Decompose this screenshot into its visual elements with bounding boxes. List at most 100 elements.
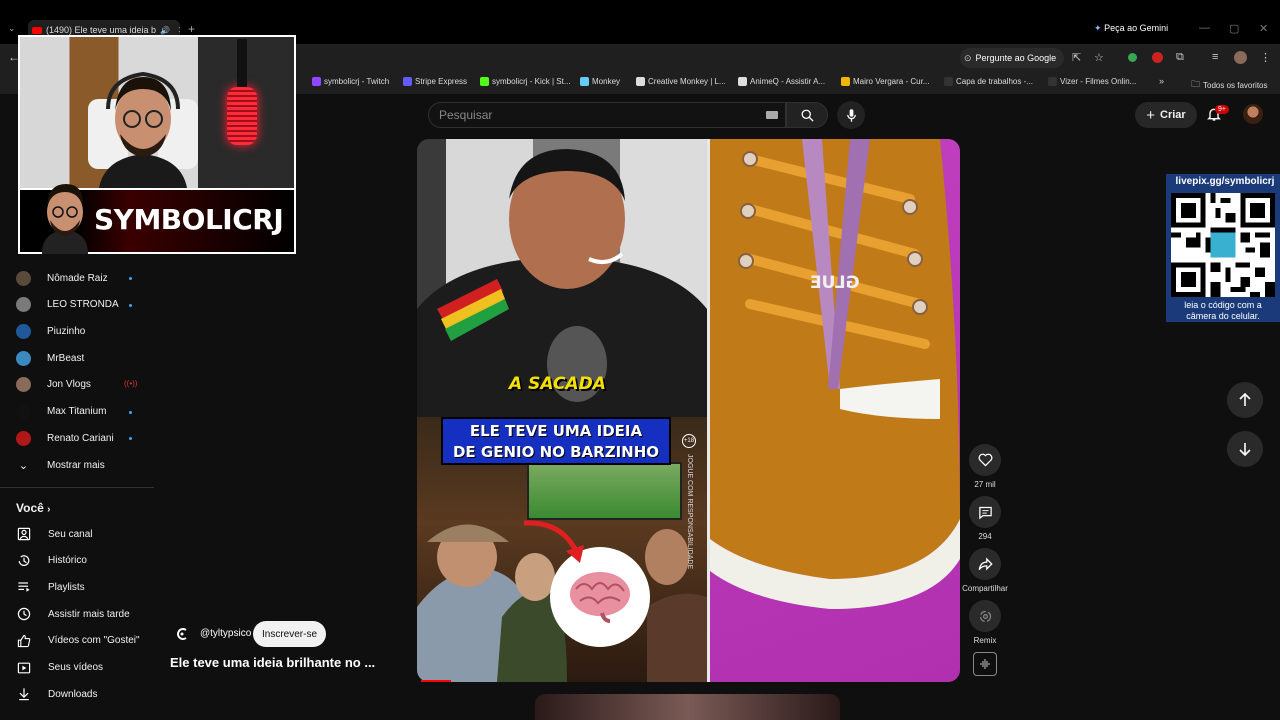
show-more-label: Mostrar mais: [47, 459, 105, 471]
qr-instructions-line-1: leia o código com a: [1184, 300, 1262, 310]
all-bookmarks-folder[interactable]: 🗀 Todos os favoritos: [1191, 77, 1268, 93]
red-arrow-icon: [523, 520, 584, 563]
voice-search-button[interactable]: [837, 101, 865, 129]
bookmark-item[interactable]: Monkey: [580, 77, 620, 86]
window-close-icon[interactable]: ✕: [1259, 22, 1268, 35]
extensions-puzzle-icon[interactable]: ⧉: [1176, 51, 1184, 64]
all-bookmarks-label: Todos os favoritos: [1203, 80, 1268, 90]
lens-icon: ⊙: [964, 52, 972, 63]
channel-avatar: [16, 377, 31, 393]
sidebar-subscription-item[interactable]: Nômade Raiz: [16, 267, 146, 289]
bookmark-star-icon[interactable]: ☆: [1094, 51, 1104, 64]
sidebar-you-item-label: Vídeos com "Gostei": [48, 635, 140, 647]
sidebar-you-item[interactable]: Histórico: [16, 550, 146, 572]
playlists-icon: [18, 582, 30, 593]
browser-menu-icon[interactable]: ⋮: [1260, 51, 1271, 64]
sacada-caption: A SACADA: [509, 374, 606, 394]
bookmark-item[interactable]: Mairo Vergara - Cur...: [841, 77, 929, 86]
tab-list-chevron-icon[interactable]: ⌄: [8, 23, 16, 34]
history-icon: [18, 554, 30, 566]
maximize-icon[interactable]: ▢: [1229, 22, 1239, 35]
reading-list-icon[interactable]: ≡: [1212, 51, 1218, 63]
share-button[interactable]: [969, 548, 1001, 580]
bookmark-label: Vizer - Filmes Onlin...: [1060, 77, 1137, 86]
sidebar-you-item[interactable]: Vídeos com "Gostei": [16, 630, 146, 652]
sidebar-you-item[interactable]: Assistir mais tarde: [16, 603, 146, 625]
sidebar-you-item[interactable]: Playlists: [16, 576, 146, 598]
responsible-gaming-text: JOGUE COM RESPONSABILIDADE: [686, 454, 693, 570]
minimize-icon[interactable]: —: [1199, 22, 1210, 34]
downloads-icon: [19, 688, 29, 701]
channel-logo-icon[interactable]: [174, 626, 190, 642]
sidebar-you-item-label: Seus vídeos: [48, 662, 104, 673]
like-button[interactable]: [969, 444, 1001, 476]
bookmark-label: Creative Monkey | L...: [648, 77, 726, 86]
channel-handle[interactable]: @tyltypsico: [200, 628, 251, 639]
speaker-icon[interactable]: 🔊: [160, 26, 170, 35]
chevron-right-icon: ›: [47, 504, 51, 515]
bookmark-favicon-icon: [403, 77, 412, 86]
search-input[interactable]: Pesquisar: [428, 102, 786, 128]
sidebar-subscription-item[interactable]: MrBeast: [16, 347, 146, 369]
search-button[interactable]: [786, 102, 828, 128]
bookmark-item[interactable]: symbolicrj - Kick | St...: [480, 77, 571, 86]
bookmark-item[interactable]: Creative Monkey | L...: [636, 77, 726, 86]
shoe-illustration: [710, 139, 960, 609]
sidebar-subscription-item[interactable]: Max Titanium: [16, 401, 146, 423]
show-more-button[interactable]: ⌄ Mostrar mais: [16, 454, 146, 476]
new-tab-button[interactable]: +: [188, 22, 195, 36]
next-short-preview[interactable]: [535, 694, 840, 720]
sidebar-you-item[interactable]: Seus vídeos: [16, 657, 146, 679]
comments-button[interactable]: [969, 496, 1001, 528]
bookmark-label: Mairo Vergara - Cur...: [853, 77, 930, 86]
remix-button[interactable]: [969, 600, 1001, 632]
bookmark-item[interactable]: Capa de trabalhos -...: [944, 77, 1033, 86]
create-label: Criar: [1160, 109, 1186, 121]
previous-short-button[interactable]: [1227, 382, 1263, 418]
arrow-up-icon: [1239, 393, 1251, 406]
next-short-button[interactable]: [1227, 431, 1263, 467]
bookmark-item[interactable]: AnimeQ - Assistir A...: [738, 77, 825, 86]
you-heading-label: Você: [16, 501, 44, 515]
bookmark-favicon-icon: [312, 77, 321, 86]
bookmark-label: Stripe Express: [415, 77, 468, 86]
create-button[interactable]: + Criar: [1135, 102, 1197, 128]
short-video-player[interactable]: A SACADA ELE TEVE UMA IDEIA DE GENIO NO …: [417, 139, 960, 682]
channel-icon: [17, 527, 31, 541]
headline-line-2: DE GENIO NO BARZINHO: [452, 443, 660, 461]
subscription-name: Piuzinho: [47, 325, 86, 337]
sidebar-you-item[interactable]: Seu canal: [16, 523, 146, 545]
sound-button[interactable]: [973, 652, 997, 676]
liked-icon: [17, 634, 31, 647]
video-progress-bar[interactable]: [421, 680, 451, 682]
you-section-heading[interactable]: Você ›: [16, 501, 50, 515]
channel-avatar: [16, 323, 31, 339]
tab-close-icon[interactable]: ✕: [174, 25, 180, 36]
sidebar-subscription-item[interactable]: Piuzinho: [16, 320, 146, 342]
sidebar-divider: [0, 487, 154, 488]
gemini-button[interactable]: ✦ Peça ao Gemini: [1094, 23, 1168, 34]
subscribe-button[interactable]: Inscrever-se: [253, 621, 326, 647]
bookmark-item[interactable]: Vizer - Filmes Onlin...: [1048, 77, 1136, 86]
keyboard-icon[interactable]: [766, 111, 778, 119]
extension-green-icon[interactable]: [1128, 53, 1137, 62]
bookmark-item[interactable]: symbolicrj - Twitch: [312, 77, 389, 86]
bookmark-label: symbolicrj - Kick | St...: [492, 77, 571, 86]
avatar[interactable]: [1243, 104, 1263, 124]
streamer-name: SYMBOLICRJ: [94, 203, 284, 236]
sidebar-you-item[interactable]: Downloads: [16, 683, 146, 705]
more-bookmarks-icon[interactable]: »: [1159, 76, 1164, 86]
notification-badge: 9+: [1215, 105, 1229, 114]
ask-google-button[interactable]: ⊙ Pergunte ao Google: [960, 48, 1065, 68]
gemini-icon: ✦: [1094, 23, 1102, 33]
qr-url: livepix.gg/symbolicrj: [1175, 176, 1275, 187]
bookmark-item[interactable]: Stripe Express: [403, 77, 467, 86]
install-app-icon[interactable]: ⇱: [1072, 51, 1081, 64]
browser-profile-avatar[interactable]: [1234, 51, 1247, 64]
sidebar-subscription-item[interactable]: LEO STRONDA: [16, 294, 146, 316]
subscription-name: Jon Vlogs: [47, 379, 91, 391]
share-arrow-icon: [978, 557, 993, 571]
short-title[interactable]: Ele teve uma ideia brilhante no ...: [170, 655, 375, 670]
sidebar-subscription-item[interactable]: Renato Cariani: [16, 427, 146, 449]
extension-red-icon[interactable]: [1152, 52, 1163, 63]
